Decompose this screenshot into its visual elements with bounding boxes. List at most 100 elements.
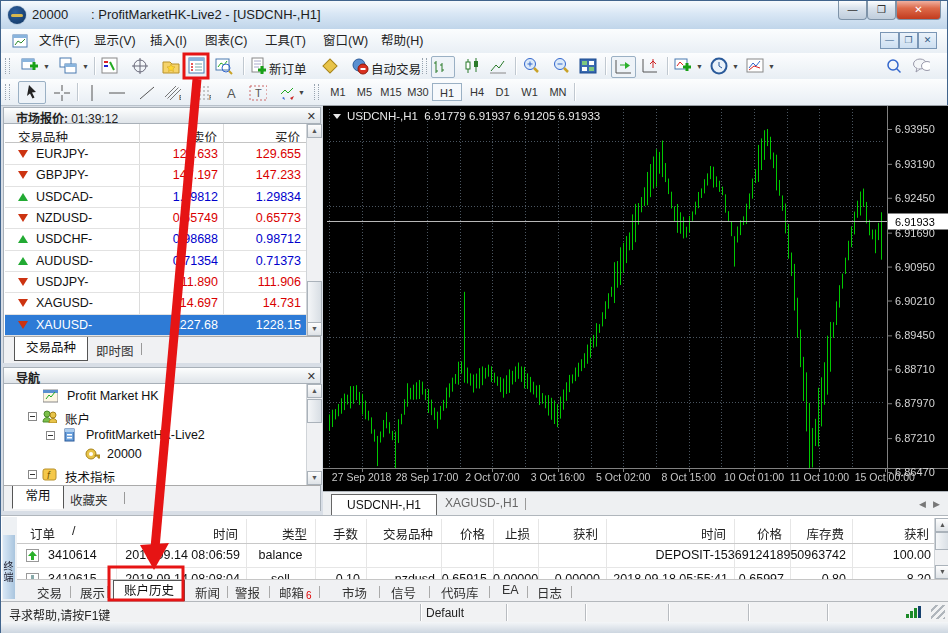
terminal-tab-EA[interactable]: EA — [502, 583, 519, 597]
mw-row-XAUUSD-[interactable]: XAUUSD-1227.681228.15 — [5, 315, 307, 336]
terminal-tab-交易[interactable]: 交易 — [37, 583, 62, 602]
mw-row-NZDUSD-[interactable]: NZDUSD-0.657490.65773 — [5, 208, 307, 229]
terminal-tab-信号[interactable]: 信号 — [391, 583, 416, 602]
terminal-scrollbar[interactable]: ▲ ▼ — [934, 518, 948, 579]
market-watch-button[interactable] — [101, 57, 119, 75]
line-chart-mode-button[interactable] — [489, 57, 507, 75]
child-close-button[interactable]: ✕ — [918, 32, 937, 49]
tile-windows-button[interactable] — [579, 57, 597, 75]
indicators-button[interactable] — [674, 57, 692, 75]
candle-chart-mode-button[interactable] — [463, 57, 481, 75]
cursor-tool-button[interactable] — [18, 81, 46, 104]
mw-row-USDJPY-[interactable]: USDJPY-111.890111.906 — [5, 272, 307, 293]
market-watch-scrollbar[interactable]: ▲ ▼ — [306, 124, 322, 336]
new-chart-button[interactable] — [21, 57, 39, 75]
maximize-button[interactable]: ❐ — [867, 1, 896, 20]
label-tool-button[interactable]: T — [249, 84, 267, 102]
crosshair-tool-button[interactable] — [53, 84, 71, 102]
mw-row-EURJPY-[interactable]: EURJPY-129.633129.655 — [5, 144, 307, 165]
child-minimize-button[interactable]: — — [880, 32, 899, 49]
bar-chart-mode-button[interactable] — [431, 56, 455, 78]
terminal-col-5[interactable]: 价格 — [441, 524, 485, 543]
scrollbar-thumb[interactable] — [307, 399, 322, 423]
terminal-col-3[interactable]: 手数 — [315, 524, 358, 543]
menu-1[interactable]: 显示(V) — [94, 33, 136, 50]
terminal-tab-邮箱[interactable]: 邮箱 — [279, 583, 304, 602]
metaeditor-button[interactable] — [321, 57, 339, 75]
new-chart-dropdown[interactable]: ▼ — [43, 63, 50, 70]
chart-tab-usdcnh[interactable]: USDCNH-,H1 — [331, 494, 437, 517]
trendline-tool-button[interactable] — [137, 84, 155, 102]
timeframe-M5[interactable]: M5 — [352, 83, 377, 101]
scrollbar-thumb[interactable] — [307, 281, 322, 323]
timeframe-M15[interactable]: M15 — [378, 83, 404, 101]
tab-favorites[interactable]: 收藏夹 — [70, 490, 108, 509]
terminal-col-2[interactable]: 类型 — [246, 524, 307, 543]
status-profile[interactable]: Default — [426, 606, 464, 620]
terminal-col-6[interactable]: 止损 — [493, 524, 530, 543]
chart-shift-button[interactable] — [641, 57, 659, 75]
child-restore-button[interactable]: ❐ — [899, 32, 918, 49]
scrollbar-thumb[interactable] — [935, 532, 948, 550]
hline-tool-button[interactable] — [107, 84, 125, 102]
profiles-button[interactable] — [59, 57, 77, 75]
terminal-tab-日志[interactable]: 日志 — [537, 583, 562, 602]
menu-6[interactable]: 帮助(H) — [381, 33, 423, 50]
navigator-scrollbar[interactable]: ▲ ▼ — [306, 384, 322, 485]
terminal-tab-警报[interactable]: 警报 — [235, 583, 260, 602]
auto-scroll-button[interactable] — [611, 56, 636, 78]
terminal-col-7[interactable]: 获利 — [538, 524, 598, 543]
profiles-dropdown[interactable]: ▼ — [82, 63, 89, 70]
expand-icon[interactable] — [46, 431, 55, 440]
templates-button[interactable] — [746, 57, 764, 75]
tab-symbols[interactable]: 交易品种 — [14, 337, 88, 361]
timeframe-M1[interactable]: M1 — [325, 83, 351, 101]
tab-common[interactable]: 常用 — [12, 486, 64, 509]
timeframe-M30[interactable]: M30 — [405, 83, 431, 101]
terminal-col-4[interactable]: 交易品种 — [366, 524, 433, 543]
market-watch-close-icon[interactable]: ✕ — [307, 110, 316, 123]
tab-tick-chart[interactable]: 即时图 — [96, 341, 134, 360]
arrows-tool-button[interactable] — [278, 84, 296, 102]
scroll-down-icon[interactable]: ▼ — [935, 565, 948, 579]
chart-window-icon[interactable] — [12, 33, 28, 49]
menu-0[interactable]: 文件(F) — [39, 33, 80, 50]
menu-5[interactable]: 窗口(W) — [323, 33, 368, 50]
timeframe-H1[interactable]: H1 — [432, 83, 462, 101]
search-icon[interactable] — [885, 57, 903, 75]
terminal-tab-展示[interactable]: 展示 — [80, 583, 105, 602]
terminal-col-8[interactable]: 时间 — [606, 524, 726, 543]
scroll-up-icon[interactable]: ▲ — [935, 518, 948, 532]
minimize-button[interactable]: — — [838, 1, 867, 20]
periods-button[interactable] — [710, 57, 728, 75]
channel-tool-button[interactable]: E — [163, 84, 181, 102]
indicators-dropdown[interactable]: ▼ — [696, 63, 703, 70]
terminal-tab-市场[interactable]: 市场 — [342, 583, 367, 602]
menu-2[interactable]: 插入(I) — [150, 33, 187, 50]
strategy-tester-button[interactable] — [215, 57, 233, 75]
expand-icon[interactable] — [28, 412, 37, 421]
templates-dropdown[interactable]: ▼ — [768, 63, 775, 70]
terminal-col-11[interactable]: 获利 — [852, 524, 929, 543]
terminal-col-1[interactable]: 时间 — [116, 524, 238, 543]
terminal-tab-账户历史[interactable]: 账户历史 — [113, 580, 185, 603]
mw-row-USDCHF-[interactable]: USDCHF-0.986880.98712 — [5, 229, 307, 250]
tab-scroll-left-icon[interactable]: ◀ — [919, 499, 926, 509]
expand-icon[interactable] — [28, 470, 37, 479]
new-order-icon[interactable] — [250, 57, 268, 75]
chart-tab-xagusd[interactable]: XAGUSD-,H1 — [445, 496, 518, 510]
autotrading-button[interactable] — [351, 57, 369, 75]
terminal-col-0[interactable]: 订单 — [30, 524, 55, 543]
scroll-down-icon[interactable]: ▼ — [307, 322, 322, 336]
close-button[interactable]: ✕ — [896, 1, 941, 20]
zoom-in-button[interactable] — [522, 57, 540, 75]
text-tool-button[interactable]: A — [223, 84, 241, 102]
nav-item-2[interactable]: ProfitMarketHK-Live2 — [5, 427, 305, 446]
fibonacci-tool-button[interactable]: F — [193, 84, 211, 102]
nav-item-3[interactable]: 20000 — [5, 446, 305, 465]
arrows-tool-dropdown[interactable]: ▼ — [298, 89, 305, 96]
nav-item-1[interactable]: 账户 — [5, 408, 305, 427]
terminal-col-10[interactable]: 库存费 — [790, 524, 844, 543]
autotrading-label[interactable]: 自动交易 — [371, 59, 421, 78]
nav-item-4[interactable]: f技术指标 — [5, 466, 305, 485]
